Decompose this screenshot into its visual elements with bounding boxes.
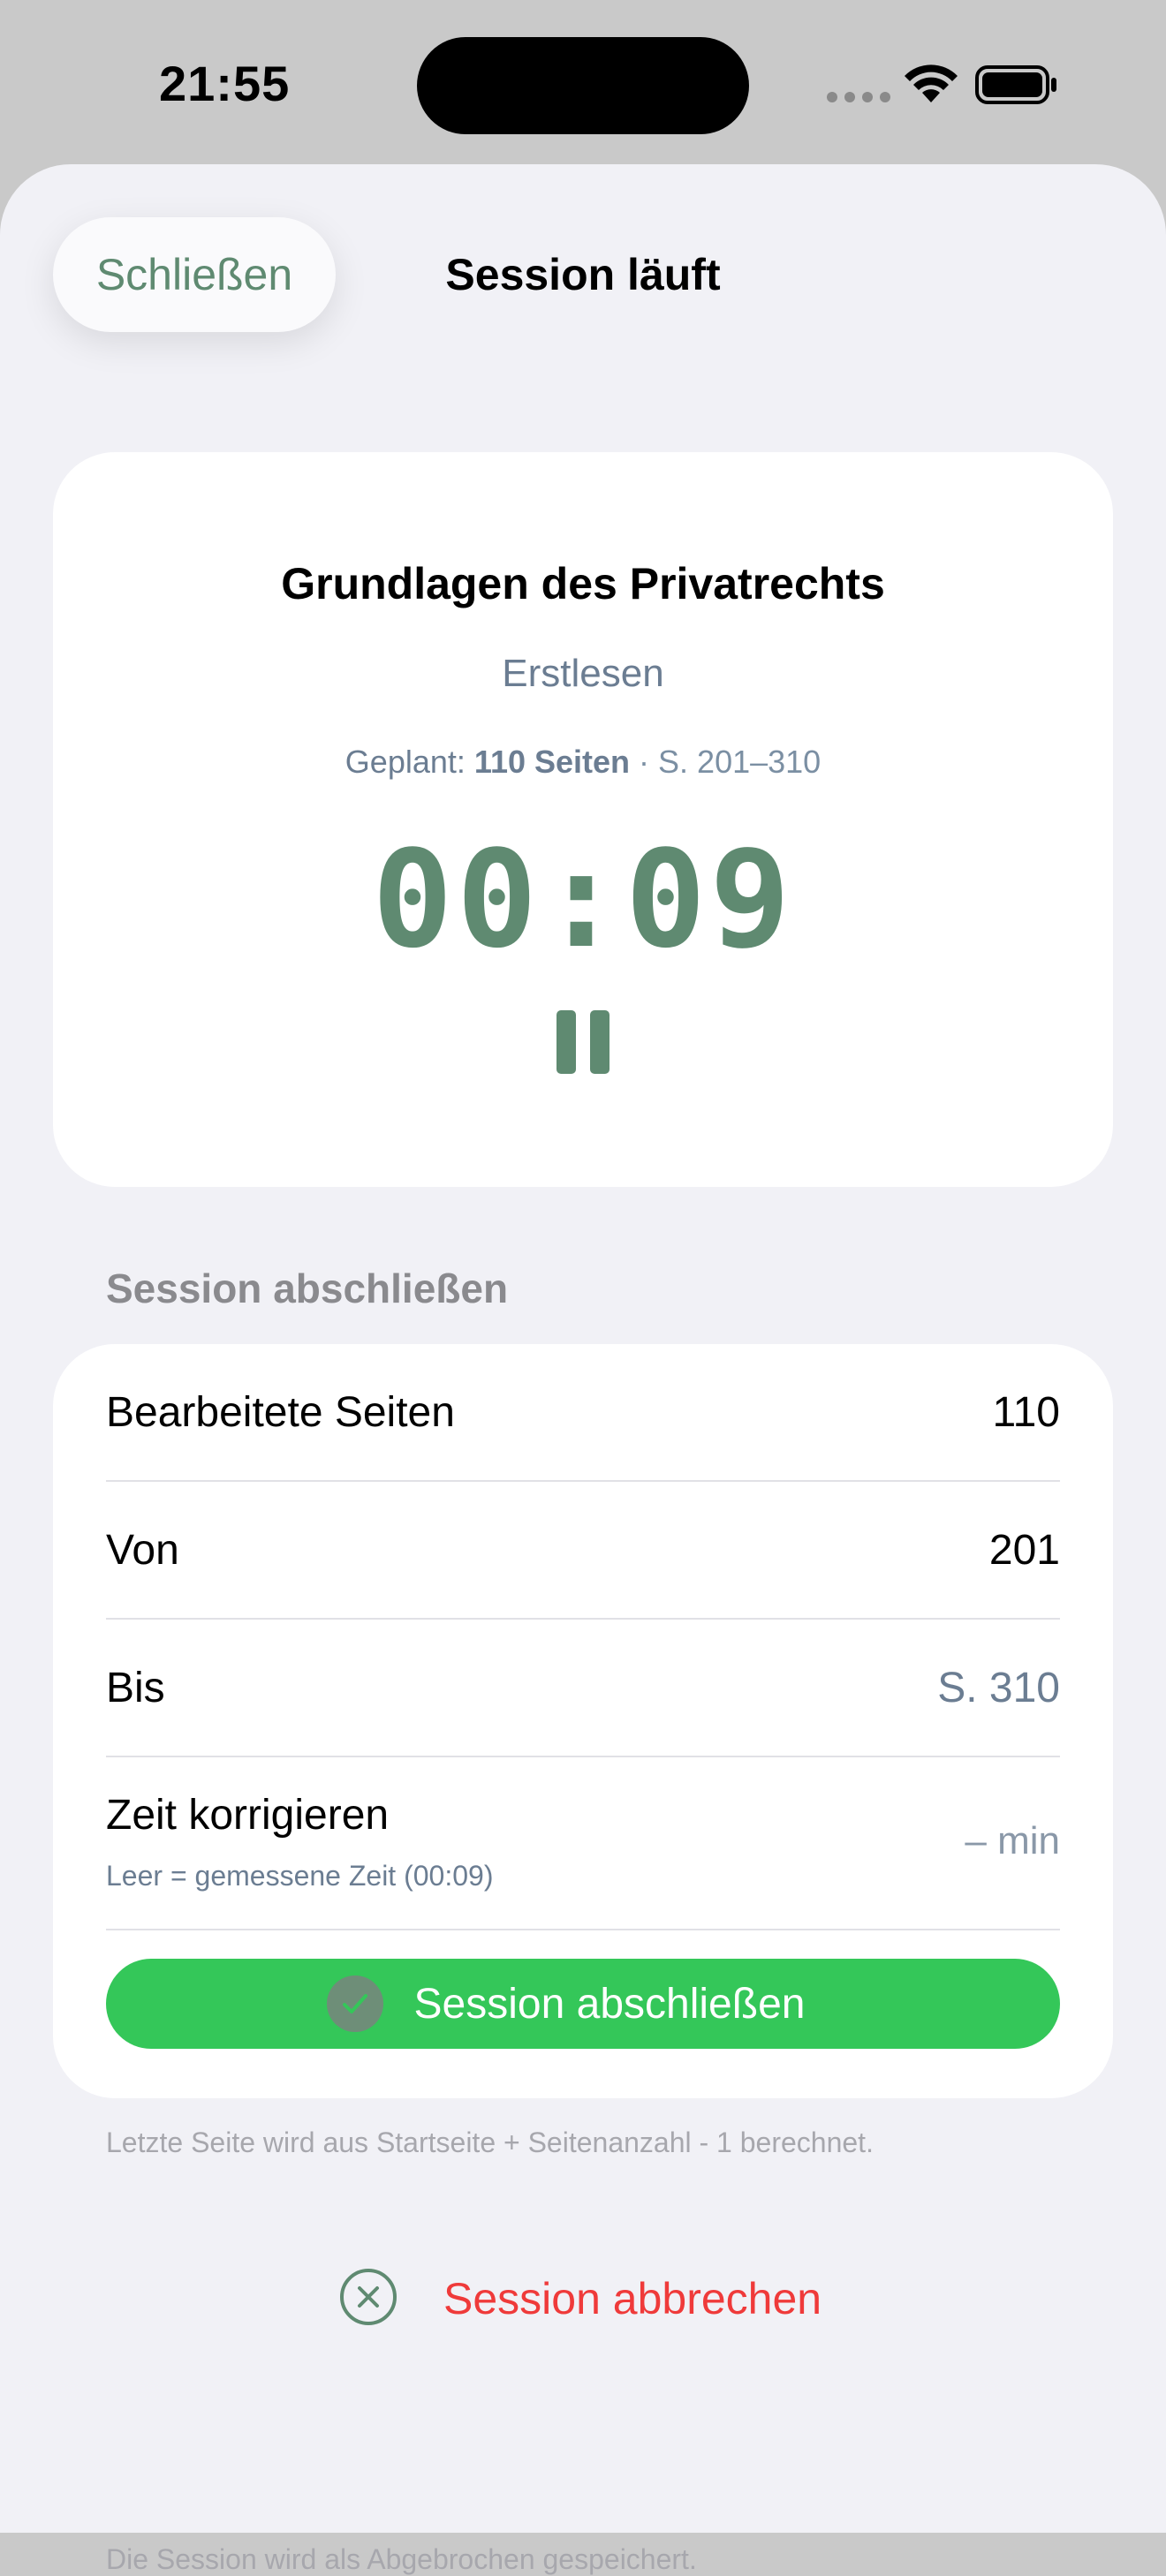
to-page-row: Bis S. 310 [106,1620,1060,1757]
finish-form-card: Bearbeitete Seiten 110 Von 201 Bis S. 31… [53,1344,1113,2098]
time-correction-label: Zeit korrigieren [106,1792,390,1839]
from-page-label: Von [106,1527,179,1574]
pause-button[interactable] [556,1010,610,1077]
to-page-label: Bis [106,1665,165,1711]
cancel-session-button[interactable]: Session abbrechen [0,2261,1166,2349]
pause-icon-bar-left [556,1010,576,1074]
from-page-row[interactable]: Von 201 [106,1482,1060,1620]
pages-read-label: Bearbeitete Seiten [106,1389,455,1436]
session-sheet: Schließen Session läuft Grundlagen des P… [0,164,1166,2575]
time-correction-row[interactable]: Zeit korrigieren Leer = gemessene Zeit (… [106,1757,1060,1930]
time-correction-field[interactable]: – min [965,1819,1060,1863]
pages-read-field[interactable]: 110 [992,1388,1060,1437]
finish-session-label: Session abschließen [413,1981,806,2028]
plan-summary: Geplant: 110 Seiten · S. 201–310 [53,744,1113,781]
finish-section-header: Session abschließen [106,1265,509,1311]
pages-read-row[interactable]: Bearbeitete Seiten 110 [106,1344,1060,1482]
page-title: Session läuft [445,250,721,299]
cancel-session-label: Session abbrechen [443,2274,822,2323]
timer-card: Grundlagen des Privatrechts Erstlesen Ge… [53,452,1113,1187]
dynamic-island [417,37,749,134]
pause-icon-bar-right [590,1010,610,1074]
cellular-signal-icon [827,92,890,102]
status-bar: 21:55 [0,0,1166,168]
finish-footnote: Letzte Seite wird aus Startseite + Seite… [106,2127,874,2158]
wifi-icon [905,64,958,102]
reading-mode-label: Erstlesen [502,652,664,695]
from-page-field[interactable]: 201 [989,1526,1060,1575]
battery-icon [975,65,1056,104]
to-page-value: S. 310 [937,1665,1060,1711]
plan-pages: 110 Seiten [473,744,631,780]
cancel-footnote: Die Session wird als Abgebrochen gespeic… [106,2543,697,2575]
status-time: 21:55 [159,56,291,111]
finish-session-button[interactable]: Session abschließen [106,1959,1060,2049]
plan-prefix: Geplant: [344,744,466,780]
xmark-circle-icon [340,2269,397,2325]
plan-range: · S. 201–310 [639,744,822,780]
elapsed-timer: 00:09 [372,821,794,978]
book-title: Grundlagen des Privatrechts [281,559,885,608]
time-correction-hint: Leer = gemessene Zeit (00:09) [106,1860,494,1892]
